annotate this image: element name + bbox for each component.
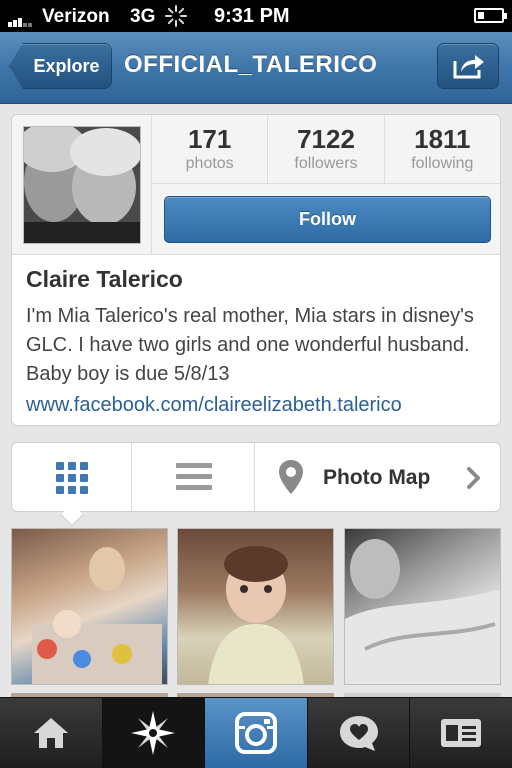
camera-icon [234, 712, 277, 754]
photo-thumbnail[interactable] [344, 528, 501, 685]
tab-camera[interactable] [205, 698, 308, 768]
activity-spinner-icon [164, 4, 188, 28]
battery-icon [474, 8, 507, 23]
nav-bar: Explore OFFICIAL_TALERICO [0, 32, 512, 104]
grid-view-button[interactable] [12, 443, 132, 511]
status-time: 9:31 PM [214, 5, 290, 27]
tab-activity[interactable] [308, 698, 411, 768]
tab-bar [0, 697, 512, 768]
stat-number: 1811 [414, 124, 471, 154]
photo-map-button[interactable]: Photo Map [256, 443, 500, 511]
view-switcher: Photo Map [11, 442, 501, 527]
avatar[interactable] [23, 126, 141, 244]
profile-icon [441, 719, 482, 747]
grid-icon [56, 462, 88, 494]
profile-name: Claire Talerico [26, 266, 183, 292]
map-pin-icon [279, 460, 303, 494]
tab-explore[interactable] [102, 698, 206, 768]
activity-icon [339, 716, 378, 751]
tab-home[interactable] [0, 698, 103, 768]
stat-number: 171 [187, 124, 232, 154]
stat-following[interactable]: 1811 following [385, 115, 500, 183]
stat-label: photos [185, 155, 234, 172]
home-icon [33, 718, 68, 748]
profile-header: 171 photos 7122 followers 1811 following… [12, 115, 500, 255]
stat-followers[interactable]: 7122 followers [268, 115, 385, 183]
status-bar: Verizon 3G 9:31 PM [0, 0, 512, 32]
explore-icon [131, 711, 176, 755]
share-icon [453, 55, 484, 79]
carrier-name: Verizon [42, 6, 110, 27]
profile-stats: 171 photos 7122 followers 1811 following [152, 115, 500, 184]
photo-map-label: Photo Map [323, 466, 431, 489]
page-title: OFFICIAL_TALERICO [124, 51, 378, 78]
profile-bio: I'm Mia Talerico's real mother, Mia star… [26, 305, 474, 385]
photo-thumbnail[interactable] [177, 528, 334, 685]
list-view-button[interactable] [133, 443, 255, 511]
avatar-frame [12, 115, 152, 255]
follow-button[interactable]: Follow [164, 196, 491, 243]
share-button[interactable] [437, 43, 499, 89]
profile-card: 171 photos 7122 followers 1811 following… [11, 114, 501, 426]
signal-strength-icon [8, 17, 38, 27]
avatar-photo [24, 127, 140, 243]
stat-number: 7122 [297, 124, 355, 154]
tab-profile[interactable] [410, 698, 512, 768]
photo-thumbnail[interactable] [11, 528, 168, 685]
list-icon [176, 463, 212, 491]
back-button[interactable]: Explore [9, 43, 112, 89]
profile-website-link[interactable]: www.facebook.com/claireelizabeth.taleric… [26, 394, 402, 417]
stat-label: following [411, 155, 474, 172]
chevron-right-icon [467, 467, 480, 489]
stat-label: followers [294, 155, 358, 172]
network-type: 3G [130, 6, 156, 27]
stat-photos[interactable]: 171 photos [152, 115, 269, 183]
